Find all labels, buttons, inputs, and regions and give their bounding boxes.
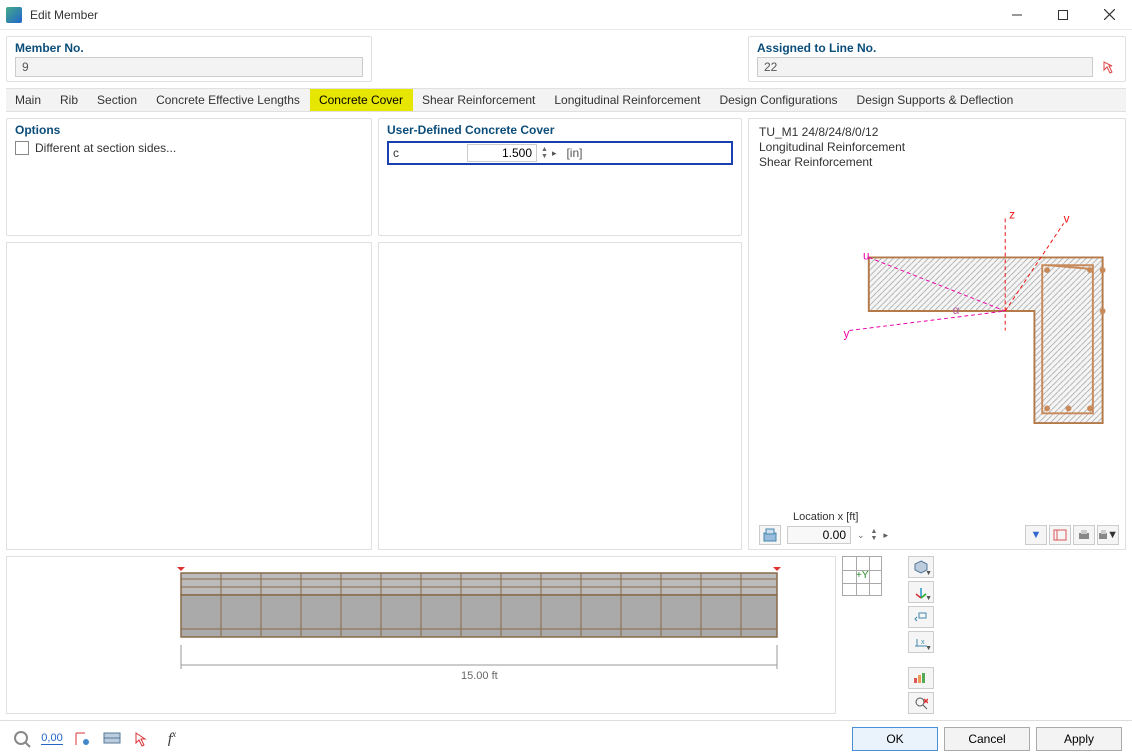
axis-alpha: α: [953, 304, 960, 317]
window-title: Edit Member: [30, 8, 994, 22]
view-iso-icon[interactable]: ▼: [908, 556, 934, 578]
mid-blank-panel: [378, 242, 742, 550]
print-dropdown-icon[interactable]: ▼: [1097, 525, 1119, 545]
tab-longitudinal-reinforcement[interactable]: Longitudinal Reinforcement: [545, 89, 710, 111]
apply-button[interactable]: Apply: [1036, 727, 1122, 751]
beam-preview-panel: 15.00 ft: [6, 556, 836, 714]
location-label: Location x [ft]: [793, 511, 858, 523]
formula-icon[interactable]: fx: [160, 727, 184, 751]
select-line-icon[interactable]: [1101, 59, 1119, 77]
tab-design-configurations[interactable]: Design Configurations: [710, 89, 847, 111]
axis-u: u: [863, 249, 870, 262]
maximize-button[interactable]: [1040, 0, 1086, 30]
tab-section[interactable]: Section: [88, 89, 147, 111]
cancel-button[interactable]: Cancel: [944, 727, 1030, 751]
print-icon[interactable]: [1073, 525, 1095, 545]
titlebar: Edit Member: [0, 0, 1132, 30]
cover-label: c: [393, 146, 463, 160]
view-results-icon[interactable]: [908, 667, 934, 689]
dimension-icon[interactable]: [1049, 525, 1071, 545]
tab-effective-lengths[interactable]: Concrete Effective Lengths: [147, 89, 310, 111]
help-icon[interactable]: [10, 727, 34, 751]
tab-design-supports-deflection[interactable]: Design Supports & Deflection: [848, 89, 1024, 111]
location-spinner[interactable]: ▲▼: [871, 528, 878, 542]
cover-unit: [in]: [566, 146, 582, 160]
different-sides-label: Different at section sides...: [35, 141, 176, 155]
units-icon[interactable]: 0,00: [40, 727, 64, 751]
tab-rib[interactable]: Rib: [51, 89, 88, 111]
tab-shear-reinforcement[interactable]: Shear Reinforcement: [413, 89, 545, 111]
axis-v: v: [1064, 212, 1070, 225]
preview-header: TU_M1 24/8/24/8/0/12 Longitudinal Reinfo…: [759, 125, 1115, 170]
member-number-panel: Member No.: [6, 36, 372, 82]
app-icon: [6, 7, 22, 23]
view-icon[interactable]: [100, 727, 124, 751]
tabstrip: Main Rib Section Concrete Effective Leng…: [6, 88, 1126, 112]
view-plane-icon[interactable]: x▼: [908, 631, 934, 653]
cover-input-row: c ▲▼ ▸ [in]: [387, 141, 733, 165]
view-axis-icon[interactable]: ▼: [908, 581, 934, 603]
tab-concrete-cover[interactable]: Concrete Cover: [310, 89, 413, 111]
axis-z: z: [1009, 208, 1015, 221]
member-number-title: Member No.: [15, 41, 363, 55]
member-number-input[interactable]: [15, 57, 363, 77]
location-play-icon[interactable]: ▸: [883, 530, 888, 541]
cover-dropdown-icon[interactable]: ▸: [552, 148, 557, 159]
minimize-button[interactable]: [994, 0, 1040, 30]
section-diagram: z v u y α: [759, 199, 1115, 501]
beam-length-label: 15.00 ft: [461, 670, 498, 682]
select-icon[interactable]: [130, 727, 154, 751]
cover-title: User-Defined Concrete Cover: [387, 123, 733, 137]
render-mode-icon[interactable]: [759, 525, 781, 545]
cover-spinner[interactable]: ▲▼: [541, 146, 548, 160]
tab-main[interactable]: Main: [6, 89, 51, 111]
close-button[interactable]: [1086, 0, 1132, 30]
axis-y: y: [843, 327, 849, 340]
view-flip-icon[interactable]: [908, 606, 934, 628]
location-input[interactable]: [787, 526, 851, 544]
beam-view-controls: +Y ▼ ▼ x▼: [842, 556, 1126, 714]
concrete-cover-panel: User-Defined Concrete Cover c ▲▼ ▸ [in]: [378, 118, 742, 236]
view-zoom-clear-icon[interactable]: [908, 692, 934, 714]
options-panel: Options Different at section sides...: [6, 118, 372, 236]
options-title: Options: [15, 123, 363, 137]
section-preview-panel: TU_M1 24/8/24/8/0/12 Longitudinal Reinfo…: [748, 118, 1126, 550]
filter-icon[interactable]: ▼: [1025, 525, 1047, 545]
plus-y-label: +Y: [856, 570, 869, 581]
assigned-line-input[interactable]: [757, 57, 1093, 77]
footer: 0,00 fx OK Cancel Apply: [0, 720, 1132, 756]
left-blank-panel: [6, 242, 372, 550]
assigned-line-panel: Assigned to Line No.: [748, 36, 1126, 82]
beam-diagram: 15.00 ft: [61, 567, 781, 697]
ok-button[interactable]: OK: [852, 727, 938, 751]
different-sides-checkbox[interactable]: [15, 141, 29, 155]
location-dropdown-icon[interactable]: ⌄: [857, 530, 865, 541]
cover-value-input[interactable]: [467, 144, 537, 162]
assigned-line-title: Assigned to Line No.: [757, 41, 1117, 55]
measure-icon[interactable]: [70, 727, 94, 751]
